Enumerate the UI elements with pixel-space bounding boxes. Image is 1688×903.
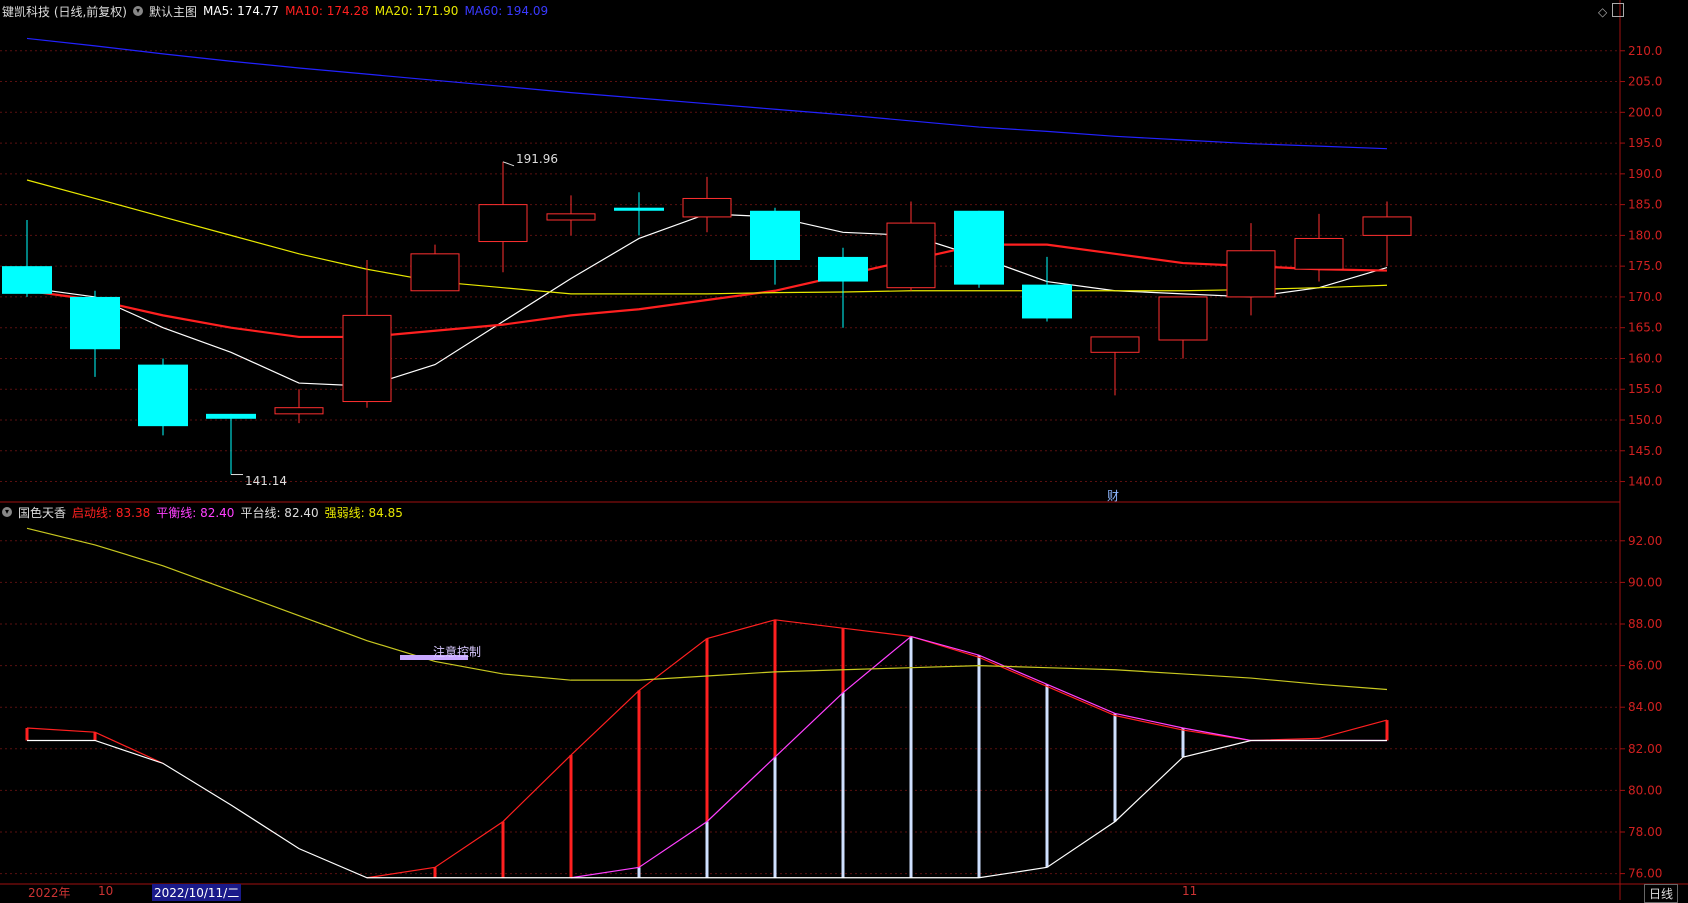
price-tick-label: 190.0 bbox=[1628, 167, 1662, 181]
stock-title[interactable]: 键凯科技 (日线,前复权) bbox=[2, 3, 127, 20]
candle-body bbox=[546, 213, 596, 221]
indicator-tick-label: 88.00 bbox=[1628, 617, 1662, 631]
candle-body bbox=[2, 266, 52, 294]
note-label: 注意控制 bbox=[433, 645, 482, 659]
main-chart-label[interactable]: 默认主图 bbox=[149, 3, 197, 20]
candle-body bbox=[682, 197, 732, 218]
price-tick-label: 140.0 bbox=[1628, 475, 1662, 489]
candle-body bbox=[614, 207, 664, 211]
window-box-icon[interactable] bbox=[1612, 3, 1624, 17]
indicator-tick-label: 84.00 bbox=[1628, 700, 1662, 714]
diamond-icon[interactable]: ◇ bbox=[1598, 5, 1607, 19]
ma5-label: MA5: 174.77 bbox=[203, 4, 280, 18]
month-11-label: 11 bbox=[1182, 884, 1198, 898]
main-chart-header: 键凯科技 (日线,前复权) ▾ 默认主图 MA5: 174.77 MA10: 1… bbox=[2, 3, 548, 19]
ma-line-ma60 bbox=[26, 37, 1388, 150]
candle-body bbox=[954, 210, 1004, 285]
finance-marker[interactable]: 财 bbox=[1107, 489, 1119, 503]
price-tick-label: 205.0 bbox=[1628, 75, 1662, 89]
pingtai-label: 平台线: 82.40 bbox=[240, 505, 319, 520]
high-price-label: 191.96 bbox=[516, 152, 558, 166]
qidong-label: 启动线: 83.38 bbox=[72, 505, 151, 520]
cursor-date-label: 2022/10/11/二 bbox=[152, 884, 242, 901]
qiangruo-label: 强弱线: 84.85 bbox=[324, 505, 403, 520]
ma20-label: MA20: 171.90 bbox=[374, 4, 459, 18]
price-tick-label: 165.0 bbox=[1628, 321, 1662, 335]
candle-body bbox=[342, 314, 392, 403]
high-pointer bbox=[502, 161, 515, 167]
indicator-tick-label: 86.00 bbox=[1628, 659, 1662, 673]
indicator-dropdown-icon[interactable]: ▾ bbox=[2, 507, 12, 517]
candle-body bbox=[750, 210, 800, 260]
year-label: 2022年 bbox=[28, 886, 71, 900]
ma10-label: MA10: 174.28 bbox=[285, 4, 369, 18]
ma60-label: MA60: 194.09 bbox=[464, 4, 549, 18]
candle-body bbox=[70, 296, 120, 350]
price-tick-label: 195.0 bbox=[1628, 136, 1662, 150]
low-price-label: 141.14 bbox=[245, 474, 287, 488]
candle-body bbox=[274, 407, 324, 415]
price-tick-label: 150.0 bbox=[1628, 413, 1662, 427]
price-tick-label: 185.0 bbox=[1628, 198, 1662, 212]
candle-body bbox=[1226, 250, 1276, 298]
candle-body bbox=[1362, 216, 1412, 236]
dropdown-icon[interactable]: ▾ bbox=[133, 6, 143, 16]
candle-body bbox=[478, 204, 528, 243]
price-tick-label: 200.0 bbox=[1628, 105, 1662, 119]
indicator-header: ▾ 国色天香 启动线: 83.38 平衡线: 82.40 平台线: 82.40 … bbox=[2, 504, 403, 520]
indicator-tick-label: 92.00 bbox=[1628, 534, 1662, 548]
candle-body bbox=[886, 222, 936, 289]
period-label[interactable]: 日线 bbox=[1644, 884, 1679, 903]
price-tick-label: 175.0 bbox=[1628, 259, 1662, 273]
candle-body bbox=[1022, 284, 1072, 319]
price-tick-label: 155.0 bbox=[1628, 382, 1662, 396]
price-tick-label: 180.0 bbox=[1628, 228, 1662, 242]
indicator-tick-label: 78.00 bbox=[1628, 825, 1662, 839]
pingheng-label: 平衡线: 82.40 bbox=[156, 505, 235, 520]
indicator-name[interactable]: 国色天香 bbox=[18, 504, 66, 521]
price-tick-label: 145.0 bbox=[1628, 444, 1662, 458]
price-tick-label: 170.0 bbox=[1628, 290, 1662, 304]
candle-body bbox=[410, 253, 460, 292]
indicator-tick-label: 76.00 bbox=[1628, 867, 1662, 881]
chart-canvas: 140.0 145.0 150.0 155.0 160.0 165.0 170.0 175.0… bbox=[0, 0, 1688, 900]
price-tick-label: 160.0 bbox=[1628, 351, 1662, 365]
indicator-tick-label: 80.00 bbox=[1628, 783, 1662, 797]
indicator-tick-label: 90.00 bbox=[1628, 575, 1662, 589]
candle-body bbox=[818, 256, 868, 282]
price-tick-label: 210.0 bbox=[1628, 44, 1662, 58]
candle-body bbox=[1158, 296, 1208, 341]
candle-body bbox=[1294, 237, 1344, 270]
indicator-tick-label: 82.00 bbox=[1628, 742, 1662, 756]
candle-body bbox=[206, 413, 256, 419]
candle-body bbox=[138, 364, 188, 427]
candle-body bbox=[1090, 336, 1140, 353]
month-10-label: 10 bbox=[98, 884, 114, 898]
